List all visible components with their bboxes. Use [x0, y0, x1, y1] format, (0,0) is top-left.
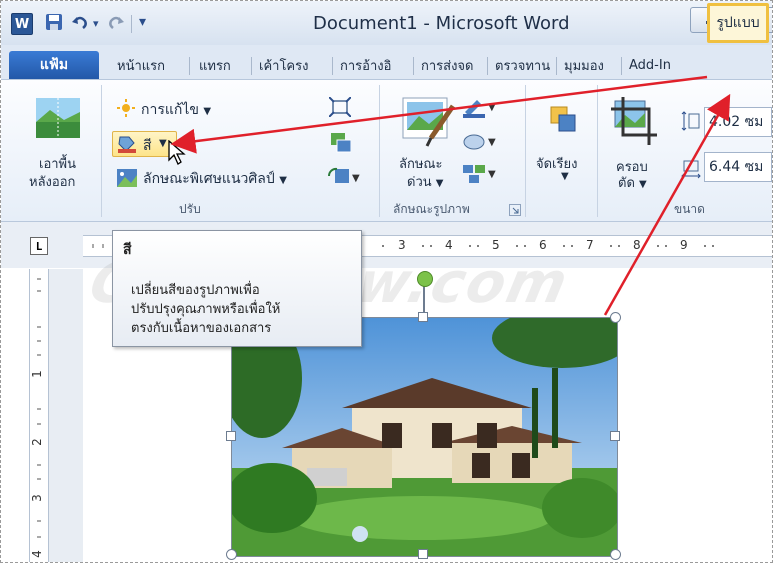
quick-styles-button[interactable]: ด่วน ▼ — [407, 171, 443, 192]
svg-text:▼: ▼ — [488, 102, 496, 113]
tab-selector[interactable]: L — [30, 237, 48, 255]
group-separator — [597, 85, 598, 217]
group-separator — [101, 85, 102, 217]
undo-dropdown-icon[interactable]: ▾ — [93, 17, 99, 30]
tooltip-line: ตรงกับเนื้อหาของเอกสาร — [131, 321, 272, 336]
reset-picture-icon[interactable]: ▼ — [327, 167, 361, 189]
tab-home[interactable]: หน้าแรก — [113, 51, 191, 79]
vertical-ruler[interactable]: 1 2 3 4 — [29, 269, 49, 562]
chevron-down-icon: ▼ — [279, 175, 287, 186]
tab-separator — [487, 57, 488, 75]
resize-handle-w[interactable] — [226, 431, 236, 441]
quick-styles-icon[interactable] — [401, 94, 457, 152]
tab-separator — [189, 57, 190, 75]
group-label-picture-styles: ลักษณะรูปภาพ — [393, 202, 470, 216]
color-icon — [117, 135, 137, 157]
picture-effects-icon[interactable]: ▼ — [463, 131, 497, 157]
tooltip-line: เปลี่ยนสีของรูปภาพเพื่อ — [131, 283, 260, 298]
tab-review[interactable]: ตรวจทาน — [491, 51, 559, 79]
tooltip-line: ปรับปรุงคุณภาพหรือเพื่อให้ — [131, 302, 281, 317]
ribbon-tabs: แฟ้ม หน้าแรก แทรก เค้าโครง การอ้างอิ การ… — [1, 45, 772, 80]
save-icon[interactable] — [45, 13, 63, 35]
ruler-number: 2 — [29, 438, 44, 446]
dialog-launcher-icon[interactable] — [509, 201, 521, 220]
house-picture[interactable] — [231, 317, 618, 557]
customize-qat-icon[interactable]: ▾ — [139, 14, 146, 30]
ruler-number: 4 — [29, 550, 44, 558]
corrections-button[interactable]: การแก้ไข ▼ — [141, 99, 211, 121]
resize-handle-ne[interactable] — [610, 312, 621, 323]
tab-mailings[interactable]: การส่งจด — [417, 51, 491, 79]
quick-styles-label-2: ด่วน — [407, 175, 432, 190]
ruler-number: 1 — [29, 370, 44, 378]
ruler-number: 3 — [29, 494, 44, 502]
tab-format[interactable]: รูปแบบ — [707, 3, 769, 43]
chevron-down-icon: ▼ — [203, 106, 212, 117]
change-picture-icon[interactable] — [331, 133, 352, 157]
compress-pictures-icon[interactable] — [328, 96, 352, 121]
height-icon — [681, 111, 701, 135]
window-title: Document1 - Microsoft Word — [313, 13, 570, 34]
svg-text:▼: ▼ — [488, 137, 496, 148]
tab-separator — [332, 57, 333, 75]
tab-separator — [251, 57, 252, 75]
corrections-icon[interactable] — [117, 99, 135, 121]
remove-background-label-2[interactable]: หลังออก — [29, 171, 75, 192]
crop-icon[interactable] — [611, 97, 657, 149]
corrections-label: การแก้ไข — [141, 102, 199, 118]
group-label-adjust: ปรับ — [179, 202, 201, 216]
crop-button[interactable]: ตัด ▼ — [618, 172, 647, 193]
tab-insert[interactable]: แทรก — [195, 51, 255, 79]
arrange-icon[interactable] — [549, 105, 577, 137]
resize-handle-se[interactable] — [610, 549, 621, 560]
height-field[interactable]: 4.02 ซม — [704, 107, 772, 137]
qat-separator — [131, 15, 132, 33]
redo-icon[interactable] — [107, 13, 125, 35]
width-icon — [681, 159, 701, 183]
picture-border-icon[interactable]: ▼ — [463, 96, 497, 122]
artistic-effects-button[interactable]: ลักษณะพิเศษแนวศิลป์ ▼ — [143, 168, 287, 190]
tab-separator — [413, 57, 414, 75]
arrange-label[interactable]: จัดเรียง — [536, 153, 577, 174]
color-label: สี — [143, 138, 152, 154]
undo-icon[interactable] — [71, 13, 89, 35]
group-separator — [379, 85, 380, 217]
svg-text:▼: ▼ — [488, 169, 496, 180]
resize-handle-sw[interactable] — [226, 549, 237, 560]
group-label-size: ขนาด — [674, 202, 705, 216]
width-field[interactable]: 6.44 ซม — [704, 152, 772, 182]
tab-file[interactable]: แฟ้ม — [9, 51, 99, 79]
tab-references[interactable]: การอ้างอิ — [336, 51, 416, 79]
tab-separator — [556, 57, 557, 75]
color-tooltip: สี เปลี่ยนสีของรูปภาพเพื่อ ปรับปรุงคุณภา… — [112, 230, 362, 347]
crop-label-2: ตัด — [618, 176, 635, 191]
remove-background-icon[interactable] — [36, 98, 80, 142]
tab-separator — [621, 57, 622, 75]
resize-handle-s[interactable] — [418, 549, 428, 559]
tab-view[interactable]: มุมมอง — [560, 51, 624, 79]
tooltip-title: สี — [123, 242, 132, 258]
chevron-down-icon: ▼ — [639, 179, 647, 190]
resize-handle-e[interactable] — [610, 431, 620, 441]
tab-add-ins[interactable]: Add-In — [625, 51, 709, 79]
svg-text:▼: ▼ — [352, 173, 360, 184]
tab-page-layout[interactable]: เค้าโครง — [255, 51, 335, 79]
chevron-down-icon: ▼ — [159, 138, 167, 149]
word-window: W ▾ ▾ Document1 - Microsoft Word แฟ้ม หน… — [0, 0, 773, 563]
artistic-effects-icon[interactable] — [117, 169, 137, 191]
chevron-down-icon: ▼ — [435, 178, 444, 189]
picture-layout-icon[interactable]: ▼ — [463, 163, 497, 189]
word-app-icon[interactable]: W — [11, 13, 33, 35]
artistic-effects-label: ลักษณะพิเศษแนวศิลป์ — [143, 171, 275, 187]
group-separator — [525, 85, 526, 217]
mouse-cursor-icon — [168, 139, 186, 170]
chevron-down-icon: ▼ — [561, 171, 569, 182]
title-bar: W ▾ ▾ Document1 - Microsoft Word — [1, 1, 772, 46]
